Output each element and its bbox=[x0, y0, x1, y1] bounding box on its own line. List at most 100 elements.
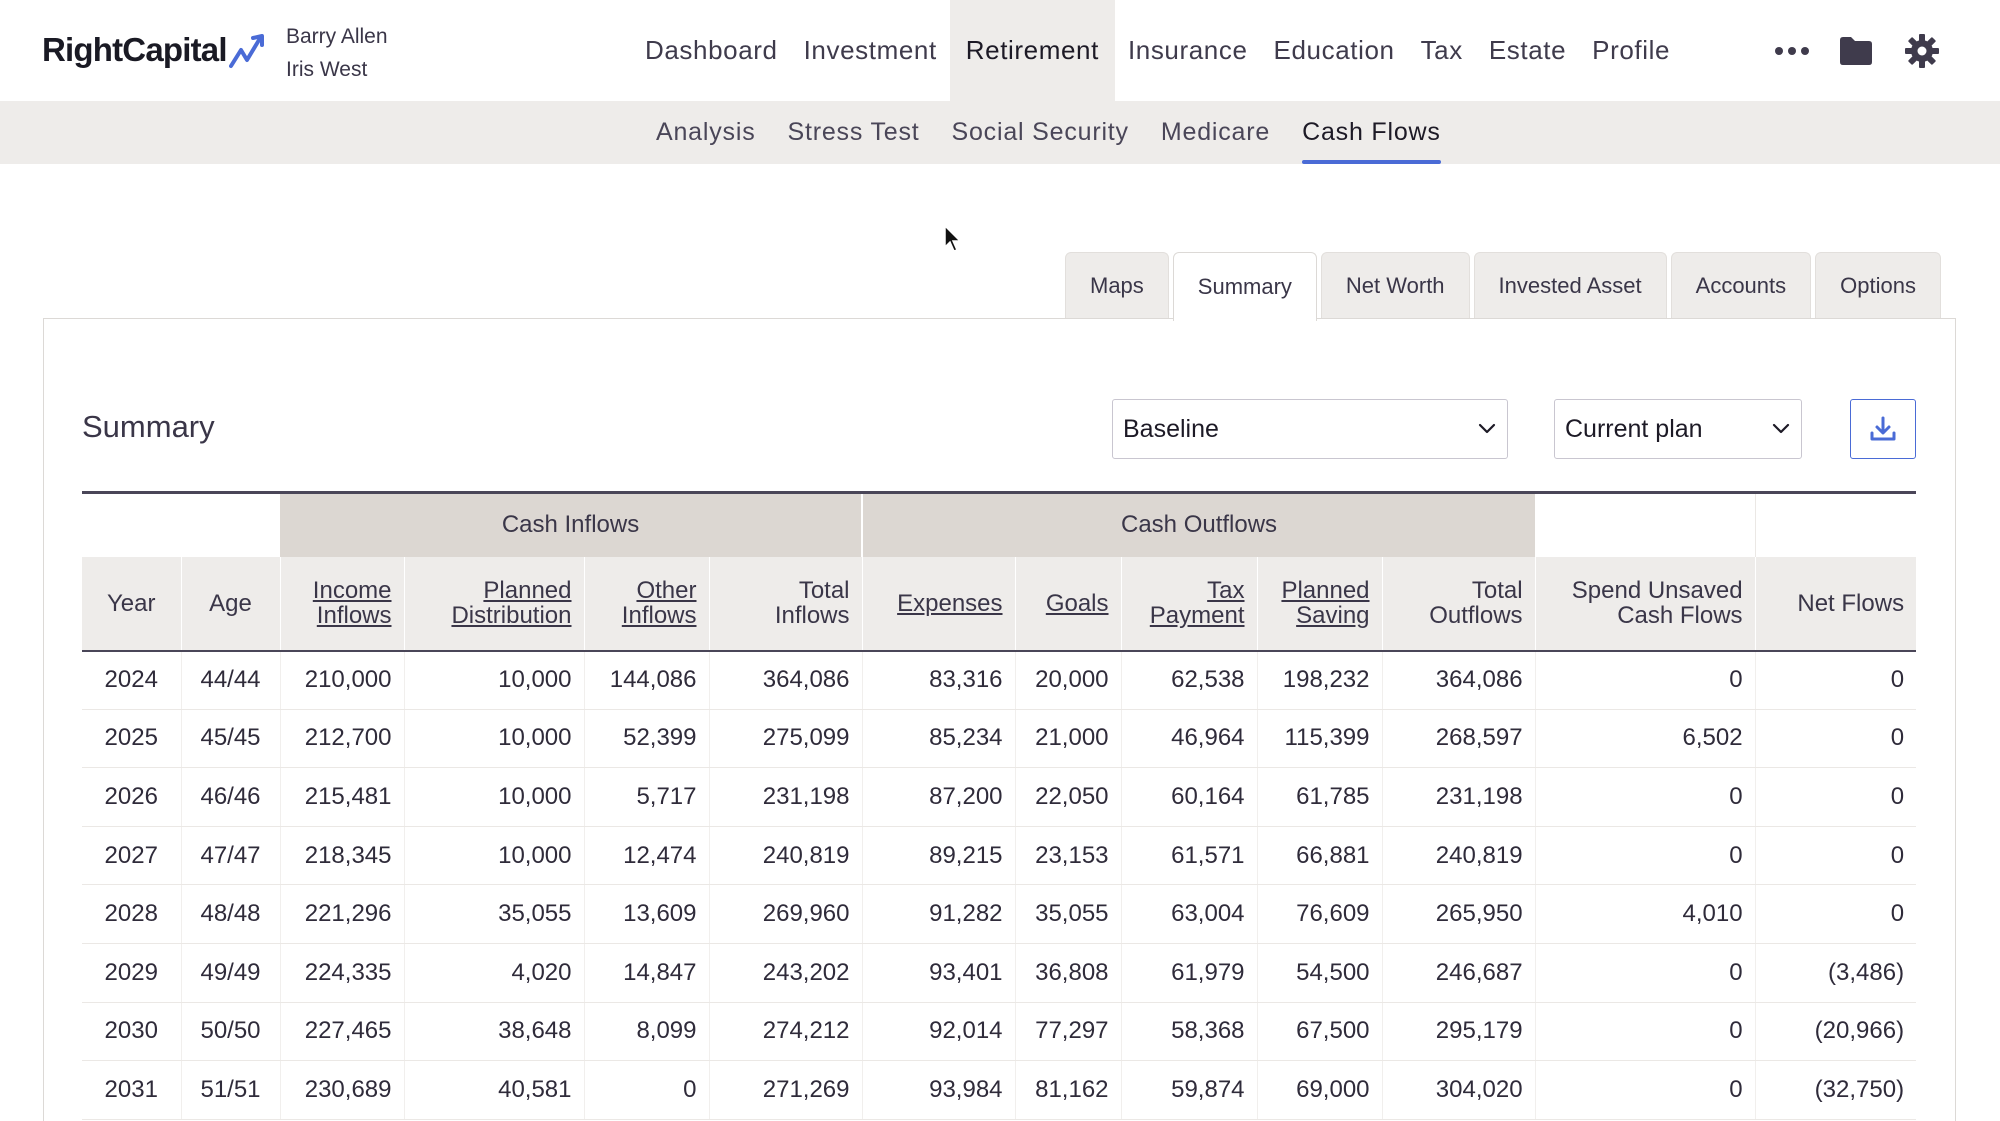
tab-net-worth[interactable]: Net Worth bbox=[1320, 252, 1470, 319]
folder-icon[interactable] bbox=[1836, 31, 1876, 71]
table-cell: 93,984 bbox=[862, 1060, 1016, 1120]
table-cell: 58,368 bbox=[1121, 1002, 1258, 1062]
rightcapital-logo[interactable]: RightCapital bbox=[42, 28, 271, 72]
table-cell: 0 bbox=[1535, 943, 1756, 1003]
table-cell: 93,401 bbox=[862, 943, 1016, 1003]
table-cell: 210,000 bbox=[280, 650, 405, 710]
table-row: 2031 51/51 230,689 40,581 0 271,269 93,984 81,1… bbox=[82, 1060, 1917, 1120]
table-cell: 62,538 bbox=[1121, 650, 1258, 710]
download-icon bbox=[1870, 416, 1896, 441]
plan-select-value: Current plan bbox=[1565, 414, 1703, 443]
column-header: Total Outflows bbox=[1382, 556, 1536, 652]
tab-maps[interactable]: Maps bbox=[1065, 252, 1169, 319]
table-cell: 0 bbox=[1755, 884, 1917, 944]
tab-invested-asset[interactable]: Invested Asset bbox=[1473, 252, 1667, 319]
nav-profile[interactable]: Profile bbox=[1579, 0, 1683, 101]
column-header: Total Inflows bbox=[709, 556, 863, 652]
table-cell: (20,966) bbox=[1755, 1002, 1917, 1062]
column-header[interactable]: Planned Saving bbox=[1257, 556, 1383, 652]
tab-options[interactable]: Options bbox=[1815, 252, 1941, 319]
column-header[interactable]: Planned Distribution bbox=[404, 556, 585, 652]
column-header-label: Spend Unsaved Cash Flows bbox=[1571, 577, 1743, 629]
top-navigation-bar: RightCapital Barry Allen Iris West Dashb… bbox=[0, 0, 2000, 101]
scenario-select[interactable]: Baseline bbox=[1112, 399, 1508, 459]
table-cell: 47/47 bbox=[181, 826, 281, 886]
table-cell: 144,086 bbox=[584, 650, 710, 710]
table-cell: 10,000 bbox=[404, 650, 585, 710]
table-cell: 67,500 bbox=[1257, 1002, 1383, 1062]
nav-estate[interactable]: Estate bbox=[1476, 0, 1579, 101]
table-cell: 10,000 bbox=[404, 709, 585, 769]
table-row: 2027 47/47 218,345 10,000 12,474 240,819 89,21… bbox=[82, 826, 1917, 886]
table-cell: 4,010 bbox=[1535, 884, 1756, 944]
column-header[interactable]: Other Inflows bbox=[584, 556, 710, 652]
table-cell: 44/44 bbox=[181, 650, 281, 710]
table-cell: 83,316 bbox=[862, 650, 1016, 710]
more-icon[interactable] bbox=[1772, 31, 1812, 71]
chevron-down-icon bbox=[1772, 423, 1790, 434]
nav-education[interactable]: Education bbox=[1261, 0, 1408, 101]
tab-summary[interactable]: Summary bbox=[1172, 252, 1317, 321]
subnav-analysis[interactable]: Analysis bbox=[640, 101, 772, 164]
table-cell: 60,164 bbox=[1121, 767, 1258, 827]
table-cell: 304,020 bbox=[1382, 1060, 1536, 1120]
group-header-cash-outflows: Cash Outflows bbox=[861, 491, 1536, 557]
nav-insurance[interactable]: Insurance bbox=[1115, 0, 1261, 101]
table-cell: 51/51 bbox=[181, 1060, 281, 1120]
nav-dashboard[interactable]: Dashboard bbox=[632, 0, 791, 101]
table-cell: 81,162 bbox=[1015, 1060, 1122, 1120]
gear-icon[interactable] bbox=[1902, 31, 1942, 71]
table-cell: 20,000 bbox=[1015, 650, 1122, 710]
table-cell: 240,819 bbox=[1382, 826, 1536, 886]
column-header-label: Planned Saving bbox=[1281, 577, 1370, 629]
table-cell: 0 bbox=[1535, 826, 1756, 886]
nav-investment[interactable]: Investment bbox=[791, 0, 950, 101]
table-cell: 2030 bbox=[82, 1002, 182, 1062]
scenario-select-value: Baseline bbox=[1123, 414, 1219, 443]
main-nav: Dashboard Investment Retirement Insuranc… bbox=[632, 0, 1683, 101]
column-header-label: Planned Distribution bbox=[451, 577, 572, 629]
column-header[interactable]: Tax Payment bbox=[1121, 556, 1258, 652]
table-cell: 265,950 bbox=[1382, 884, 1536, 944]
column-header-label: Goals bbox=[1045, 589, 1109, 617]
group-header-cash-inflows: Cash Inflows bbox=[280, 491, 863, 557]
table-cell: 271,269 bbox=[709, 1060, 863, 1120]
table-cell: 2029 bbox=[82, 943, 182, 1003]
table-row: 2024 44/44 210,000 10,000 144,086 364,086 83,3… bbox=[82, 650, 1917, 710]
subnav-cash-flows[interactable]: Cash Flows bbox=[1286, 101, 1457, 164]
column-header[interactable]: Expenses bbox=[862, 556, 1016, 652]
table-cell: 227,465 bbox=[280, 1002, 405, 1062]
plan-select[interactable]: Current plan bbox=[1554, 399, 1802, 459]
table-cell: 14,847 bbox=[584, 943, 710, 1003]
table-cell: 61,571 bbox=[1121, 826, 1258, 886]
column-group-row: Cash Inflows Cash Outflows bbox=[82, 491, 1917, 557]
download-button[interactable] bbox=[1850, 399, 1916, 459]
table-cell: 77,297 bbox=[1015, 1002, 1122, 1062]
table-body: 2024 44/44 210,000 10,000 144,086 364,086 83,3… bbox=[82, 650, 1917, 1120]
subnav-medicare[interactable]: Medicare bbox=[1145, 101, 1286, 164]
subnav-stress-test[interactable]: Stress Test bbox=[772, 101, 936, 164]
table-cell: 275,099 bbox=[709, 709, 863, 769]
column-header[interactable]: Goals bbox=[1015, 556, 1122, 652]
client-names[interactable]: Barry Allen Iris West bbox=[286, 20, 388, 86]
table-cell: 221,296 bbox=[280, 884, 405, 944]
table-cell: 89,215 bbox=[862, 826, 1016, 886]
table-cell: 230,689 bbox=[280, 1060, 405, 1120]
table-cell: 231,198 bbox=[1382, 767, 1536, 827]
table-cell: 45/45 bbox=[181, 709, 281, 769]
tab-accounts[interactable]: Accounts bbox=[1670, 252, 1812, 319]
table-cell: 21,000 bbox=[1015, 709, 1122, 769]
table-cell: 215,481 bbox=[280, 767, 405, 827]
nav-tax[interactable]: Tax bbox=[1408, 0, 1476, 101]
page-title: Summary bbox=[82, 409, 215, 444]
group-header-blank bbox=[1754, 491, 1917, 557]
table-cell: 198,232 bbox=[1257, 650, 1383, 710]
subnav-social-security[interactable]: Social Security bbox=[936, 101, 1145, 164]
table-cell: 49/49 bbox=[181, 943, 281, 1003]
nav-retirement[interactable]: Retirement bbox=[949, 0, 1115, 101]
logo-wordmark: RightCapital bbox=[42, 31, 228, 68]
table-cell: 48/48 bbox=[181, 884, 281, 944]
table-cell: 2027 bbox=[82, 826, 182, 886]
column-header[interactable]: Income Inflows bbox=[280, 556, 405, 652]
table-cell: 246,687 bbox=[1382, 943, 1536, 1003]
